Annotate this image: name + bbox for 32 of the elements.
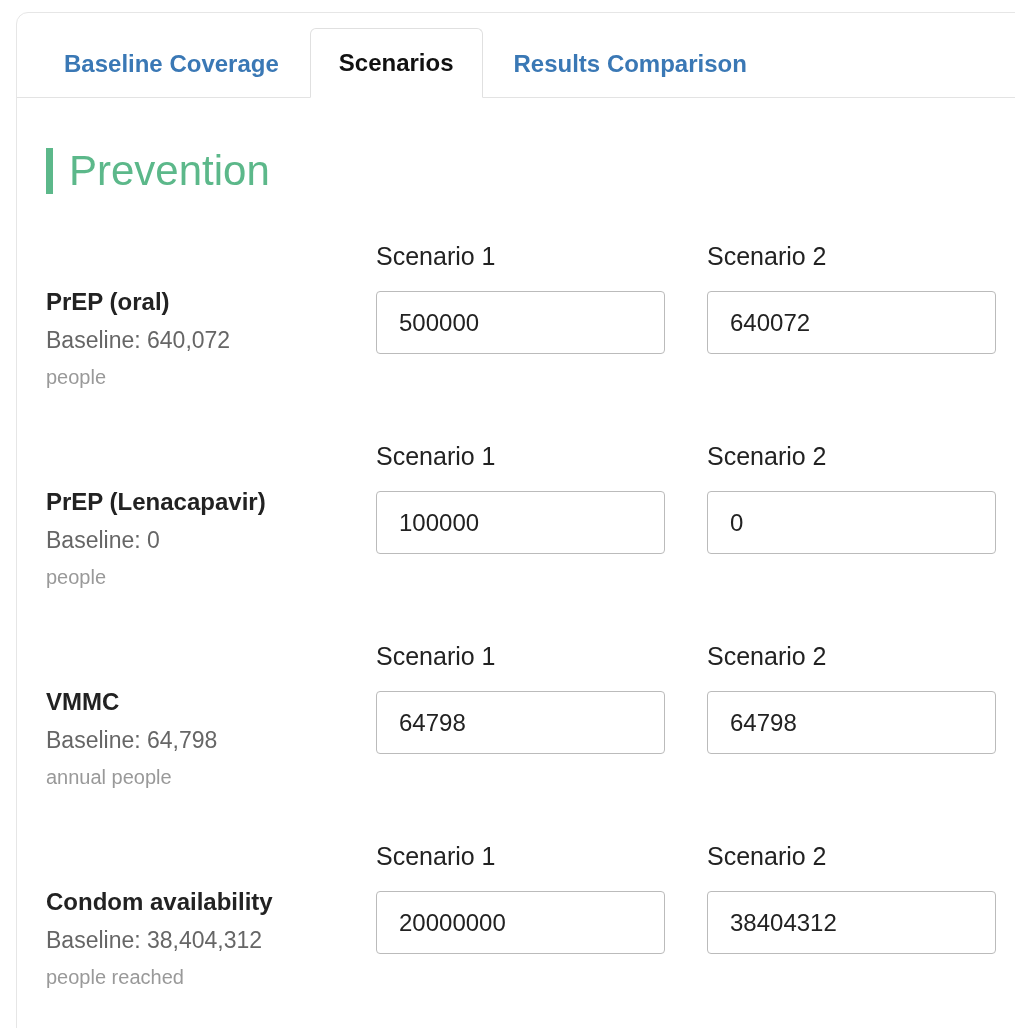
section-title: Prevention — [46, 148, 270, 194]
input-field[interactable]: 500000 — [376, 291, 665, 354]
scenario-label: Scenario 2 — [707, 441, 827, 471]
baseline-value: Baseline: 0 — [46, 526, 160, 555]
baseline-value: Baseline: 38,404,312 — [46, 926, 263, 955]
unit-label: annual people — [46, 765, 172, 790]
scenario-label: Scenario 2 — [707, 841, 827, 871]
tab[interactable]: Scenarios — [309, 28, 483, 98]
intervention-name: Condom availability — [46, 887, 273, 917]
scenario-label: Scenario 1 — [376, 241, 496, 271]
unit-label: people reached — [46, 965, 184, 990]
input-field[interactable]: 0 — [707, 491, 996, 554]
intervention-name: PrEP (oral) — [46, 287, 170, 317]
intervention-name: VMMC — [46, 687, 120, 717]
scenario-label: Scenario 2 — [707, 241, 827, 271]
unit-label: people — [46, 365, 107, 390]
intervention-name: PrEP (Lenacapavir) — [46, 487, 266, 517]
input-field[interactable]: 38404312 — [707, 891, 996, 954]
scenario-label: Scenario 1 — [376, 441, 496, 471]
input-field[interactable]: 64798 — [707, 691, 996, 754]
input-field[interactable]: 20000000 — [376, 891, 665, 954]
tab[interactable]: Baseline Coverage — [47, 28, 296, 98]
scenario-label: Scenario 2 — [707, 641, 827, 671]
input-field[interactable]: 64798 — [376, 691, 665, 754]
input-field[interactable]: 640072 — [707, 291, 996, 354]
baseline-value: Baseline: 64,798 — [46, 726, 218, 755]
input-field[interactable]: 100000 — [376, 491, 665, 554]
unit-label: people — [46, 565, 107, 590]
scenario-label: Scenario 1 — [376, 841, 496, 871]
tab[interactable]: Results Comparison — [496, 28, 764, 98]
scenario-label: Scenario 1 — [376, 641, 496, 671]
baseline-value: Baseline: 640,072 — [46, 326, 231, 355]
